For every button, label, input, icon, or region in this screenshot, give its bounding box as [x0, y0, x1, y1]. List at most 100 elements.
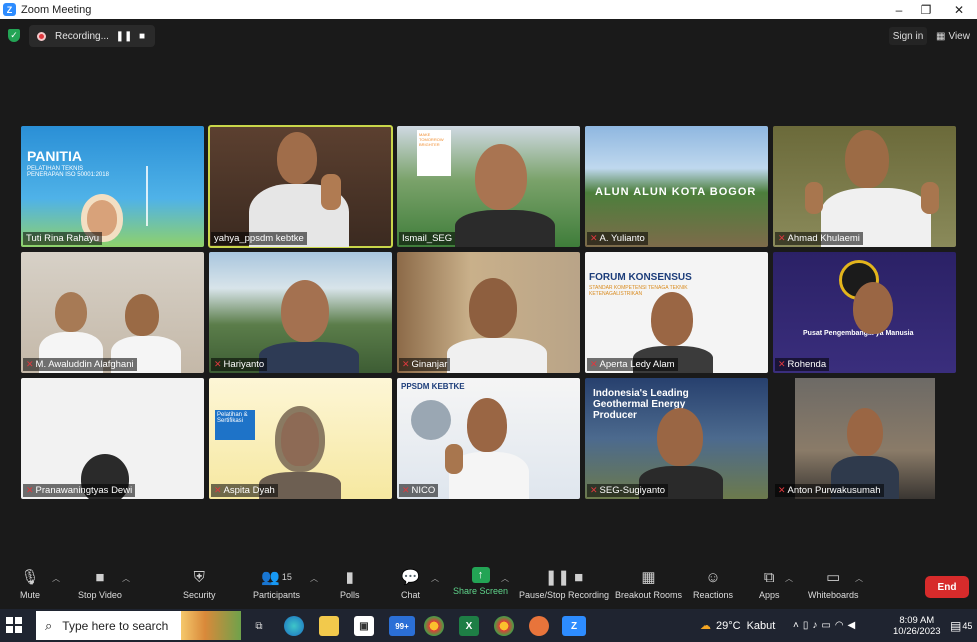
excel-icon[interactable]: X [459, 616, 479, 636]
video-tile[interactable]: ✕ Ahmad Khulaemi [773, 126, 956, 247]
security-label: Security [183, 590, 216, 600]
clock[interactable]: 8:09 AM 10/26/2023 [893, 609, 941, 642]
video-tile-active-speaker[interactable]: yahya_ppsdm kebtke [208, 125, 393, 248]
video-tile[interactable]: Pelatihan & Sertifikasi ✕ Aspita Dyah [209, 378, 392, 499]
wifi-icon: ◠ [834, 620, 848, 631]
apps-button[interactable]: ⧉ Apps [759, 567, 780, 601]
participant-name-text: Hariyanto [223, 359, 265, 370]
whiteboards-button[interactable]: ▭ Whiteboards [808, 567, 859, 600]
chat-options-chevron-icon[interactable]: ︿ [431, 573, 439, 584]
breakout-grid-icon: ▦ [641, 569, 656, 586]
participant-name: ✕ Hariyanto [211, 358, 268, 371]
mute-label: Mute [20, 590, 41, 600]
task-view-icon[interactable]: ⧉ [249, 616, 269, 636]
mic-muted-icon: ✕ [590, 233, 598, 243]
browser-app-icon[interactable] [529, 616, 549, 636]
close-button[interactable]: ✕ [944, 0, 974, 19]
participant-name-text: Ismail_SEG [402, 233, 453, 244]
view-button[interactable]: ▦ View [933, 27, 973, 45]
pause-stop-recording-label: Pause/Stop Recording [519, 590, 610, 600]
pause-recording-button[interactable]: ❚❚ [115, 31, 133, 42]
participant-name-text: Anton Purwakusumah [787, 485, 881, 496]
participant-face [277, 132, 317, 184]
participant-name-text: NICO [411, 485, 436, 496]
mute-button[interactable]: 🎙 Mute [20, 567, 40, 600]
video-options-chevron-icon[interactable]: ︿ [122, 573, 130, 584]
video-tile[interactable]: Indonesia's Leading Geothermal Energy Pr… [585, 378, 768, 499]
reactions-button[interactable]: ☺ Reactions [693, 567, 734, 601]
thumbs-up-icon [921, 182, 939, 214]
chrome-profile-icon[interactable] [494, 616, 514, 636]
video-tile[interactable]: FORUM KONSENSUS STANDAR KOMPETENSI TENAG… [585, 252, 768, 373]
participant-name-text: Pranawaningtyas Dewi [35, 485, 133, 496]
video-tile[interactable]: PPSDM KEBTKE ✕ NICO [397, 378, 580, 499]
slide-heading: FORUM KONSENSUS [589, 272, 692, 283]
mic-muted-icon: ✕ [778, 359, 786, 369]
participant-name-text: Ginanjar [411, 359, 448, 370]
grid-view-icon: ▦ [936, 30, 946, 42]
polls-button[interactable]: ▮ Polls [340, 567, 360, 600]
chevron-up-icon: ˄ [793, 620, 803, 631]
zoom-app-icon[interactable]: Z [562, 616, 586, 636]
notification-count: 45 [962, 620, 973, 631]
restore-button[interactable]: ❐ [911, 0, 941, 19]
security-button[interactable]: ⛨ Security [183, 567, 216, 601]
mic-muted-icon: ✕ [402, 485, 410, 495]
stop-video-button[interactable]: ■ Stop Video [78, 567, 122, 601]
encryption-shield-icon[interactable]: ✓ [8, 29, 20, 42]
participant-name-text: Tuti Rina Rahayu [26, 233, 100, 244]
participant-face [651, 292, 693, 346]
participants-options-chevron-icon[interactable]: ︿ [310, 573, 318, 584]
mail-icon[interactable]: 99+ [389, 616, 415, 636]
microsoft-store-icon[interactable]: ▣ [354, 616, 374, 636]
video-tile[interactable]: MAKE TOMORROW BRIGHTER Ismail_SEG [397, 126, 580, 247]
video-tile[interactable]: Pusat Pengembang... ya Manusia ✕ Rohenda [773, 252, 956, 373]
whiteboard-icon: ▭ [826, 569, 841, 586]
end-meeting-button[interactable]: End [925, 576, 969, 598]
stop-recording-button[interactable]: ■ [133, 31, 151, 42]
participants-button[interactable]: 👥 15 Participants [253, 567, 300, 600]
reactions-label: Reactions [693, 590, 734, 600]
participant-name: ✕ Ginanjar [399, 358, 451, 371]
system-tray-icons[interactable]: ˄ ▯ ♪ ▭ ◠ ◀ [793, 609, 859, 642]
participant-name: Tuti Rina Rahayu [23, 232, 103, 245]
sign-in-button[interactable]: Sign in [889, 27, 927, 45]
apps-options-chevron-icon[interactable]: ︿ [785, 573, 793, 584]
video-tile[interactable]: ✕ M. Awaluddin Alafghani [21, 252, 204, 373]
breakout-rooms-label: Breakout Rooms [615, 590, 683, 600]
weather-haze-icon: ☁ [700, 620, 711, 632]
windows-start-icon[interactable] [6, 617, 22, 633]
video-tile[interactable]: ✕ Ginanjar [397, 252, 580, 373]
recording-indicator: Recording... ❚❚ ■ [29, 25, 155, 47]
participant-name: ✕ Anton Purwakusumah [775, 484, 884, 497]
chat-button[interactable]: 💬 Chat [401, 567, 420, 600]
audio-options-chevron-icon[interactable]: ︿ [52, 573, 60, 584]
thumbs-up-icon [321, 174, 341, 210]
notification-center-button[interactable]: ▤ 45 [950, 609, 972, 642]
background-text: PPSDM KEBTKE [401, 382, 465, 391]
edge-browser-icon[interactable] [284, 616, 304, 636]
participants-count: 15 [281, 572, 292, 582]
polls-label: Polls [340, 590, 360, 600]
whiteboard-options-chevron-icon[interactable]: ︿ [855, 573, 863, 584]
weather-widget[interactable]: ☁ 29°C Kabut [700, 609, 775, 642]
video-tile[interactable]: ✕ Hariyanto [209, 252, 392, 373]
share-screen-button[interactable]: ↑ Share Screen [453, 567, 508, 596]
share-options-chevron-icon[interactable]: ︿ [501, 573, 509, 584]
video-tile[interactable]: ✕ Anton Purwakusumah [773, 378, 956, 499]
video-tile[interactable]: ✕ Pranawaningtyas Dewi [21, 378, 204, 499]
minimize-button[interactable]: – [884, 0, 914, 19]
pause-stop-recording-button[interactable]: ❚❚ ■ Pause/Stop Recording [519, 567, 609, 600]
file-explorer-icon[interactable] [319, 616, 339, 636]
video-tile[interactable]: PANITIA PELATIHAN TEKNIS PENERAPAN ISO 5… [21, 126, 204, 247]
participant-face [853, 282, 893, 334]
participant-face [55, 292, 87, 332]
participant-face [845, 130, 889, 188]
participant-name-text: yahya_ppsdm kebtke [214, 233, 304, 244]
chrome-icon[interactable] [424, 616, 444, 636]
participant-name-text: Ahmad Khulaemi [787, 233, 860, 244]
breakout-rooms-button[interactable]: ▦ Breakout Rooms [615, 567, 682, 600]
participant-face [847, 408, 883, 456]
taskbar-search-box[interactable]: ⌕ Type here to search [36, 611, 241, 640]
video-tile[interactable]: ALUN ALUN KOTA BOGOR ✕ A. Yulianto [585, 126, 768, 247]
